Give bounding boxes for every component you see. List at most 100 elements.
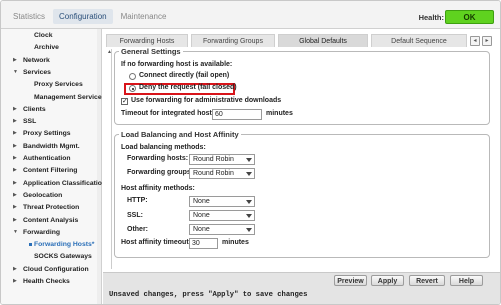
sidebar-item-network[interactable]: ▶ Network (1, 56, 102, 68)
chevron-right-icon[interactable]: ▶ (13, 106, 17, 112)
forwarding-hosts-value: Round Robin (193, 156, 234, 163)
forwarding-hosts-select[interactable]: Round Robin (189, 154, 255, 165)
ssl-label: SSL: (127, 212, 143, 219)
tab-default-sequence[interactable]: Default Sequence (371, 34, 467, 47)
chevron-right-icon[interactable]: ▶ (13, 204, 17, 210)
sidebar-item-clients[interactable]: ▶ Clients (1, 105, 102, 117)
other-label: Other: (127, 226, 148, 233)
chevron-down-icon[interactable]: ▼ (13, 69, 18, 75)
sidebar-item-socks-gateways[interactable]: SOCKS Gateways (1, 252, 102, 264)
no-host-label: If no forwarding host is available: (121, 61, 233, 68)
deny-request-radio[interactable] (129, 85, 136, 92)
unsaved-changes-message: Unsaved changes, press "Apply" to save c… (109, 291, 308, 299)
sidebar: Clock Archive ▶ Network ▼ Services Proxy Servi… (1, 29, 102, 304)
chevron-right-icon[interactable]: ▶ (13, 217, 17, 223)
preview-button[interactable]: Preview (334, 275, 367, 286)
chevron-right-icon[interactable]: ▶ (13, 155, 17, 161)
active-bullet-icon (29, 243, 32, 247)
sidebar-item-label: Content Filtering (23, 167, 78, 175)
sidebar-item-services[interactable]: ▼ Services (1, 68, 102, 80)
other-affinity-select[interactable]: None (189, 224, 255, 235)
sidebar-item-forwarding-hosts[interactable]: Forwarding Hosts* (1, 240, 102, 252)
apply-button[interactable]: Apply (371, 275, 404, 286)
sidebar-item-authentication[interactable]: ▶ Authentication (1, 154, 102, 166)
timeout-input[interactable]: 60 (212, 109, 262, 120)
chevron-down-icon (246, 228, 252, 232)
sidebar-item-proxy-services[interactable]: Proxy Services (1, 80, 102, 92)
sidebar-item-proxy-settings[interactable]: ▶ Proxy Settings (1, 129, 102, 141)
sidebar-item-geolocation[interactable]: ▶ Geolocation (1, 191, 102, 203)
sidebar-item-label: SSL (23, 118, 37, 126)
tab-maintenance[interactable]: Maintenance (115, 9, 173, 24)
sidebar-item-bandwidth-mgmt[interactable]: ▶ Bandwidth Mgmt. (1, 142, 102, 154)
sidebar-item-threat-protection[interactable]: ▶ Threat Protection (1, 203, 102, 215)
sidebar-item-label: SOCKS Gateways (34, 253, 92, 261)
general-settings-legend: General Settings (121, 47, 181, 56)
revert-button[interactable]: Revert (409, 275, 445, 286)
chevron-down-icon (246, 214, 252, 218)
chevron-right-icon[interactable]: ▶ (13, 143, 17, 149)
tab-configuration[interactable]: Configuration (53, 9, 113, 24)
help-button[interactable]: Help (450, 275, 483, 286)
ssl-affinity-select[interactable]: None (189, 210, 255, 221)
other-affinity-value: None (193, 226, 210, 233)
sidebar-item-cloud-configuration[interactable]: ▶ Cloud Configuration (1, 265, 102, 277)
tab-scroll-right-icon[interactable]: ▸ (482, 36, 492, 46)
health-status-badge[interactable]: OK (445, 10, 494, 24)
sidebar-item-application-classification[interactable]: ▶ Application Classification (1, 179, 102, 191)
chevron-right-icon[interactable]: ▶ (13, 118, 17, 124)
sidebar-item-label: Bandwidth Mgmt. (23, 142, 80, 150)
tab-forwarding-groups[interactable]: Forwarding Groups (191, 34, 275, 47)
global-defaults-content: General Settings If no forwarding host i… (114, 47, 500, 271)
sidebar-item-health-checks[interactable]: ▶ Health Checks (1, 277, 102, 289)
sidebar-item-content-filtering[interactable]: ▶ Content Filtering (1, 166, 102, 178)
sidebar-item-forwarding[interactable]: ▼ Forwarding (1, 228, 102, 240)
connect-directly-radio[interactable] (129, 73, 136, 80)
health-label: Health: (418, 13, 444, 22)
content-scrollbar[interactable]: ▲ (107, 49, 112, 269)
http-affinity-value: None (193, 198, 210, 205)
tab-scroll-left-icon[interactable]: ◂ (470, 36, 480, 46)
timeout-unit: minutes (266, 110, 293, 117)
use-forwarding-label: Use forwarding for administrative downlo… (131, 97, 282, 104)
sidebar-item-label: Clients (23, 105, 46, 113)
timeout-label: Timeout for integrated hosts: (121, 110, 219, 117)
http-affinity-select[interactable]: None (189, 196, 255, 207)
tab-statistics[interactable]: Statistics (7, 9, 51, 24)
affinity-methods-label: Host affinity methods: (121, 185, 195, 192)
sidebar-item-label: Forwarding Hosts* (34, 241, 95, 249)
forwarding-hosts-label: Forwarding hosts: (127, 155, 189, 162)
sidebar-item-label: Network (23, 56, 50, 64)
panel-tabs: Forwarding Hosts Forwarding Groups Globa… (103, 34, 500, 47)
sidebar-item-ssl[interactable]: ▶ SSL (1, 117, 102, 129)
chevron-right-icon[interactable]: ▶ (13, 57, 17, 63)
chevron-right-icon[interactable]: ▶ (13, 167, 17, 173)
affinity-timeout-input[interactable]: 30 (189, 238, 218, 249)
tab-scroll-buttons: ◂ ▸ (470, 36, 492, 46)
deny-request-label: Deny the request (fail closed) (139, 84, 237, 91)
affinity-timeout-label: Host affinity timeout: (121, 239, 191, 246)
chevron-right-icon[interactable]: ▶ (13, 266, 17, 272)
forwarding-groups-select[interactable]: Round Robin (189, 168, 255, 179)
chevron-right-icon[interactable]: ▶ (13, 130, 17, 136)
chevron-right-icon[interactable]: ▶ (13, 180, 17, 186)
tab-global-defaults[interactable]: Global Defaults (278, 34, 368, 47)
sidebar-item-content-analysis[interactable]: ▶ Content Analysis (1, 216, 102, 228)
sidebar-item-archive[interactable]: Archive (1, 43, 102, 55)
sidebar-item-management-services[interactable]: Management Services (1, 93, 102, 105)
load-balancing-legend: Load Balancing and Host Affinity (121, 130, 239, 139)
chevron-down-icon (246, 172, 252, 176)
sidebar-item-label: Management Services (34, 93, 102, 101)
sidebar-item-clock[interactable]: Clock (1, 31, 102, 43)
sidebar-item-label: Forwarding (23, 228, 61, 236)
chevron-right-icon[interactable]: ▶ (13, 278, 17, 284)
chevron-down-icon[interactable]: ▼ (13, 229, 18, 235)
sidebar-item-label: Authentication (23, 155, 71, 162)
scroll-up-icon[interactable]: ▲ (107, 49, 112, 55)
tab-forwarding-hosts[interactable]: Forwarding Hosts (106, 34, 188, 47)
top-nav: Statistics Configuration Maintenance (7, 9, 174, 24)
chevron-right-icon[interactable]: ▶ (13, 192, 17, 198)
sidebar-item-label: Health Checks (23, 278, 70, 285)
chevron-down-icon (246, 200, 252, 204)
use-forwarding-checkbox[interactable]: ✓ (121, 98, 128, 105)
